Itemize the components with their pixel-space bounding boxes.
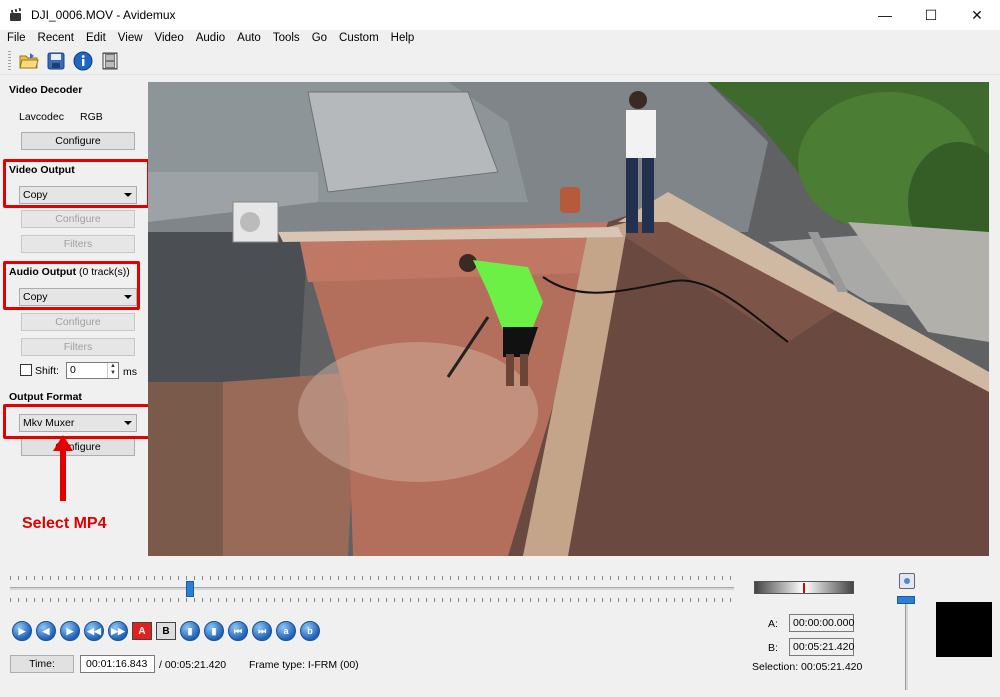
goto-marker-a-icon[interactable]: a <box>276 621 296 641</box>
shift-label: Shift: <box>35 365 59 377</box>
toolbar <box>0 47 1000 75</box>
shift-spinbox[interactable]: 0 ▲ ▼ <box>66 362 119 379</box>
video-configure-button[interactable]: Configure <box>21 210 135 228</box>
filmstrip-icon[interactable] <box>99 50 121 72</box>
set-marker-b-icon[interactable]: B <box>156 622 176 640</box>
menu-recent[interactable]: Recent <box>32 30 80 47</box>
marker-b-label: B: <box>768 642 778 654</box>
menu-file[interactable]: File <box>1 30 32 47</box>
jog-center-mark <box>803 583 805 593</box>
play-icon[interactable]: ▶ <box>12 621 32 641</box>
window-controls: — ☐ ✕ <box>862 0 1000 30</box>
timeline-slider[interactable] <box>10 576 734 602</box>
video-decoder-title: Video Decoder <box>9 84 83 96</box>
avidemux-clapper-icon <box>9 8 23 22</box>
toolbar-grip[interactable] <box>8 50 11 71</box>
timeline-ticks-bottom <box>10 598 734 602</box>
timeline-ticks-top <box>10 576 734 580</box>
minimize-button[interactable]: — <box>862 0 908 30</box>
menu-edit[interactable]: Edit <box>80 30 112 47</box>
video-preview <box>148 82 989 556</box>
timeline-thumb[interactable] <box>186 581 194 597</box>
menu-auto[interactable]: Auto <box>231 30 267 47</box>
shift-checkbox[interactable] <box>20 364 32 376</box>
maximize-button[interactable]: ☐ <box>908 0 954 30</box>
window-title: DJI_0006.MOV - Avidemux <box>31 8 176 22</box>
volume-thumb[interactable] <box>897 596 915 604</box>
audio-filters-button[interactable]: Filters <box>21 338 135 356</box>
volume-slider[interactable] <box>905 596 908 690</box>
video-frame-image <box>148 82 989 556</box>
goto-marker-b-icon[interactable]: b <box>300 621 320 641</box>
playback-controls: ▶ ◀ ▶ ◀◀ ▶▶ A B ▮ ▮ ⏮ ⏭ a b <box>12 621 320 641</box>
title-bar: DJI_0006.MOV - Avidemux — ☐ ✕ <box>0 0 1000 30</box>
next-black-icon[interactable]: ▮ <box>204 621 224 641</box>
format-configure-button[interactable]: Configure <box>21 438 135 456</box>
set-marker-a-icon[interactable]: A <box>132 622 152 640</box>
menu-view[interactable]: View <box>112 30 149 47</box>
prev-black-icon[interactable]: ▮ <box>180 621 200 641</box>
output-format-title: Output Format <box>9 391 82 403</box>
time-button[interactable]: Time: <box>10 655 74 673</box>
menu-audio[interactable]: Audio <box>190 30 231 47</box>
forward-icon[interactable]: ▶ <box>60 621 80 641</box>
goto-start-icon[interactable]: ⏮ <box>228 621 248 641</box>
highlight-output-format <box>3 404 151 439</box>
prev-keyframe-icon[interactable]: ◀◀ <box>84 621 104 641</box>
shift-unit: ms <box>123 366 137 378</box>
menu-bar: File Recent Edit View Video Audio Auto T… <box>0 30 1000 47</box>
shift-value: 0 <box>70 364 76 376</box>
spin-arrows-icon[interactable]: ▲ ▼ <box>107 363 118 378</box>
save-icon[interactable] <box>45 50 67 72</box>
menu-custom[interactable]: Custom <box>333 30 385 47</box>
total-duration: / 00:05:21.420 <box>159 659 227 671</box>
close-button[interactable]: ✕ <box>954 0 1000 30</box>
selection-duration: Selection: 00:05:21.420 <box>752 661 863 673</box>
next-keyframe-icon[interactable]: ▶▶ <box>108 621 128 641</box>
left-panel: Video Decoder Lavcodec RGB Configure Vid… <box>0 78 151 558</box>
menu-help[interactable]: Help <box>385 30 421 47</box>
video-filters-button[interactable]: Filters <box>21 235 135 253</box>
marker-a-field: 00:00:00.000 <box>789 614 854 632</box>
audio-configure-button[interactable]: Configure <box>21 313 135 331</box>
open-file-icon[interactable] <box>18 50 40 72</box>
info-icon[interactable] <box>72 50 94 72</box>
marker-a-label: A: <box>768 618 778 630</box>
jog-shuttle[interactable] <box>754 581 854 594</box>
audio-meter-preview <box>936 602 992 657</box>
menu-go[interactable]: Go <box>306 30 333 47</box>
red-arrow-up-icon <box>53 435 73 501</box>
menu-tools[interactable]: Tools <box>267 30 306 47</box>
current-time-field[interactable]: 00:01:16.843 <box>80 655 155 673</box>
highlight-video-output <box>3 159 150 208</box>
decoder-codec: Lavcodec <box>19 111 64 123</box>
annotation-select-mp4: Select MP4 <box>22 515 107 532</box>
speaker-icon[interactable] <box>899 573 915 589</box>
marker-b-field: 00:05:21.420 <box>789 638 854 656</box>
highlight-audio-output <box>3 261 140 310</box>
decoder-colorspace: RGB <box>80 111 103 123</box>
frame-type: Frame type: I-FRM (00) <box>249 659 359 671</box>
rewind-icon[interactable]: ◀ <box>36 621 56 641</box>
goto-end-icon[interactable]: ⏭ <box>252 621 272 641</box>
menu-video[interactable]: Video <box>149 30 190 47</box>
timeline-track[interactable] <box>10 587 734 590</box>
decoder-configure-button[interactable]: Configure <box>21 132 135 150</box>
